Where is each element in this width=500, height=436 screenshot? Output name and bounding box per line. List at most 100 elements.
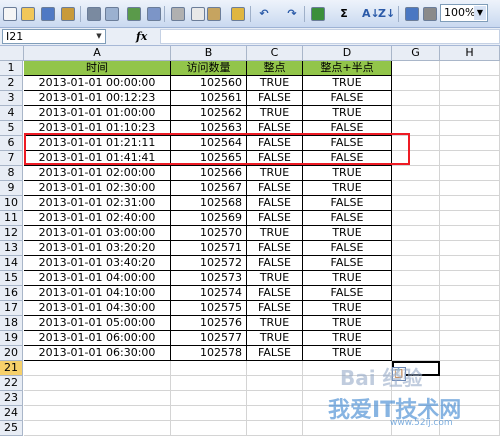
cut-icon[interactable] (170, 5, 186, 23)
spelling-icon[interactable] (126, 5, 142, 23)
table-cell[interactable]: 2013-01-01 03:00:00 (24, 226, 171, 241)
empty-cell[interactable] (392, 331, 440, 346)
empty-cell[interactable] (440, 271, 500, 286)
empty-cell[interactable] (440, 61, 500, 76)
table-cell[interactable]: TRUE (303, 166, 392, 181)
empty-cell[interactable] (392, 316, 440, 331)
table-cell[interactable]: 2013-01-01 04:10:00 (24, 286, 171, 301)
drawing-icon[interactable] (422, 5, 438, 23)
empty-cell[interactable] (392, 121, 440, 136)
empty-cell[interactable] (440, 301, 500, 316)
chevron-down-icon[interactable]: ▼ (94, 31, 104, 42)
table-cell[interactable]: 102563 (171, 121, 247, 136)
empty-cell[interactable] (24, 376, 171, 391)
empty-cell[interactable] (392, 136, 440, 151)
empty-cell[interactable] (392, 166, 440, 181)
save-icon[interactable] (40, 5, 56, 23)
table-cell[interactable]: 2013-01-01 01:21:11 (24, 136, 171, 151)
table-cell[interactable]: 102569 (171, 211, 247, 226)
empty-cell[interactable] (392, 196, 440, 211)
empty-cell[interactable] (440, 181, 500, 196)
table-cell[interactable]: 102564 (171, 136, 247, 151)
column-header[interactable]: A (24, 46, 171, 61)
table-cell[interactable]: FALSE (303, 211, 392, 226)
table-cell[interactable]: 2013-01-01 00:00:00 (24, 76, 171, 91)
table-cell[interactable]: TRUE (303, 346, 392, 361)
row-header[interactable]: 11 (0, 211, 23, 226)
header-cell[interactable]: 整点+半点 (303, 61, 392, 76)
select-all-corner[interactable] (0, 46, 24, 61)
row-header[interactable]: 7 (0, 151, 23, 166)
table-cell[interactable]: TRUE (303, 331, 392, 346)
empty-cell[interactable] (440, 331, 500, 346)
table-cell[interactable]: 2013-01-01 01:00:00 (24, 106, 171, 121)
row-header[interactable]: 22 (0, 376, 23, 391)
table-cell[interactable]: FALSE (303, 286, 392, 301)
row-header[interactable]: 2 (0, 76, 23, 91)
table-cell[interactable]: TRUE (247, 271, 303, 286)
table-cell[interactable]: FALSE (303, 91, 392, 106)
format-painter-icon[interactable] (230, 5, 246, 23)
empty-cell[interactable] (440, 76, 500, 91)
sort-ascending-icon[interactable]: A↓ (362, 5, 380, 23)
table-cell[interactable]: TRUE (303, 226, 392, 241)
empty-cell[interactable] (440, 316, 500, 331)
row-header[interactable]: 24 (0, 406, 23, 421)
table-cell[interactable]: 102577 (171, 331, 247, 346)
table-cell[interactable]: 102571 (171, 241, 247, 256)
column-header[interactable]: C (247, 46, 303, 61)
table-cell[interactable]: FALSE (247, 241, 303, 256)
research-icon[interactable] (146, 5, 162, 23)
table-cell[interactable]: 102560 (171, 76, 247, 91)
row-header[interactable]: 3 (0, 91, 23, 106)
autosum-icon[interactable]: Σ (336, 5, 352, 23)
table-cell[interactable]: 2013-01-01 02:00:00 (24, 166, 171, 181)
empty-cell[interactable] (440, 256, 500, 271)
row-header[interactable]: 8 (0, 166, 23, 181)
table-cell[interactable]: 2013-01-01 06:30:00 (24, 346, 171, 361)
redo-icon[interactable]: ↷ (284, 5, 300, 23)
chevron-down-icon[interactable]: ▼ (474, 6, 486, 20)
empty-cell[interactable] (440, 226, 500, 241)
table-cell[interactable]: 102578 (171, 346, 247, 361)
print-preview-icon[interactable] (104, 5, 120, 23)
empty-cell[interactable] (392, 256, 440, 271)
header-cell[interactable]: 整点 (247, 61, 303, 76)
header-cell[interactable]: 时间 (24, 61, 171, 76)
empty-cell[interactable] (392, 106, 440, 121)
row-header[interactable]: 19 (0, 331, 23, 346)
empty-cell[interactable] (171, 376, 247, 391)
row-header[interactable]: 6 (0, 136, 23, 151)
open-icon[interactable] (20, 5, 36, 23)
empty-cell[interactable] (440, 196, 500, 211)
empty-cell[interactable] (392, 301, 440, 316)
table-cell[interactable]: TRUE (303, 181, 392, 196)
row-header[interactable]: 25 (0, 421, 23, 436)
table-cell[interactable]: 2013-01-01 03:20:20 (24, 241, 171, 256)
column-header[interactable]: G (392, 46, 440, 61)
empty-cell[interactable] (392, 346, 440, 361)
empty-cell[interactable] (440, 166, 500, 181)
table-cell[interactable]: 102570 (171, 226, 247, 241)
empty-cell[interactable] (392, 286, 440, 301)
row-header[interactable]: 20 (0, 346, 23, 361)
header-cell[interactable]: 访问数量 (171, 61, 247, 76)
chart-wizard-icon[interactable] (404, 5, 420, 23)
empty-cell[interactable] (24, 391, 171, 406)
table-cell[interactable]: 2013-01-01 02:31:00 (24, 196, 171, 211)
row-header[interactable]: 4 (0, 106, 23, 121)
row-header[interactable]: 12 (0, 226, 23, 241)
empty-cell[interactable] (171, 391, 247, 406)
row-header[interactable]: 17 (0, 301, 23, 316)
permission-icon[interactable] (60, 5, 76, 23)
empty-cell[interactable] (440, 151, 500, 166)
empty-cell[interactable] (247, 406, 303, 421)
row-header[interactable]: 14 (0, 256, 23, 271)
print-icon[interactable] (86, 5, 102, 23)
empty-cell[interactable] (440, 121, 500, 136)
empty-cell[interactable] (392, 241, 440, 256)
table-cell[interactable]: 102568 (171, 196, 247, 211)
table-cell[interactable]: 102576 (171, 316, 247, 331)
table-cell[interactable]: 102562 (171, 106, 247, 121)
empty-cell[interactable] (247, 376, 303, 391)
